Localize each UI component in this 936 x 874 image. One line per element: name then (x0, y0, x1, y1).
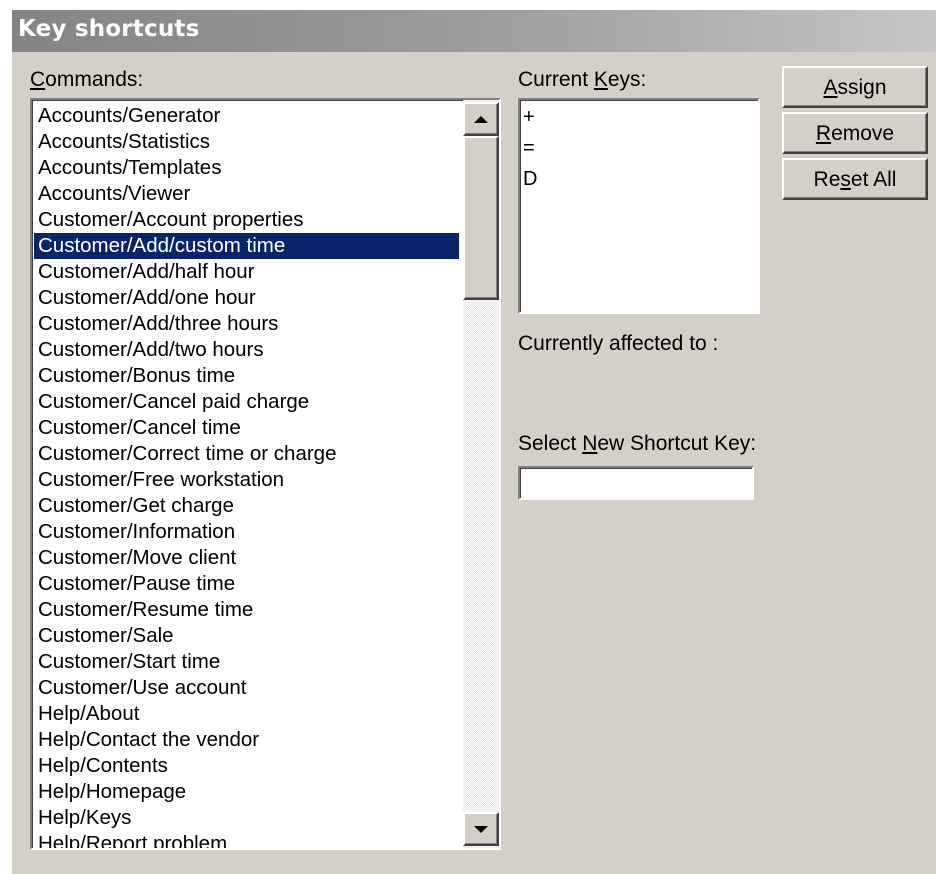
command-list-item[interactable]: Help/Keys (34, 805, 459, 831)
scroll-up-button[interactable] (463, 102, 499, 136)
commands-list: Accounts/Generator Accounts/Statistics Acc… (34, 103, 459, 848)
command-list-item[interactable]: Customer/Information (34, 519, 459, 545)
dialog-title: Key shortcuts (18, 16, 200, 42)
command-list-item[interactable]: Help/Contact the vendor (34, 727, 459, 753)
command-list-item[interactable]: Customer/Add/custom time (34, 233, 459, 259)
command-list-item[interactable]: Help/Homepage (34, 779, 459, 805)
command-list-item[interactable]: Customer/Move client (34, 545, 459, 571)
scroll-thumb[interactable] (463, 136, 499, 300)
command-list-item[interactable]: Customer/Correct time or charge (34, 441, 459, 467)
command-list-item[interactable]: Customer/Add/one hour (34, 285, 459, 311)
command-list-item[interactable]: Customer/Use account (34, 675, 459, 701)
key-shortcuts-dialog: Key shortcuts Commands: Accounts/Generat… (12, 10, 936, 874)
commands-listbox[interactable]: Accounts/Generator Accounts/Statistics Acc… (30, 98, 501, 850)
command-list-item[interactable]: Customer/Add/two hours (34, 337, 459, 363)
current-keys-label: Current Keys: (518, 68, 647, 91)
command-list-item[interactable]: Customer/Add/half hour (34, 259, 459, 285)
command-list-item[interactable]: Customer/Start time (34, 649, 459, 675)
command-list-item[interactable]: Customer/Pause time (34, 571, 459, 597)
reset-all-button[interactable]: Reset All (782, 158, 928, 200)
command-list-item[interactable]: Customer/Cancel paid charge (34, 389, 459, 415)
command-list-item[interactable]: Customer/Bonus time (34, 363, 459, 389)
current-key-item[interactable]: D (520, 164, 758, 195)
command-list-item[interactable]: Accounts/Templates (34, 155, 459, 181)
current-key-item[interactable]: + (520, 102, 758, 133)
command-list-item[interactable]: Customer/Add/three hours (34, 311, 459, 337)
commands-label: Commands: (30, 68, 144, 91)
command-list-item[interactable]: Help/Contents (34, 753, 459, 779)
currently-affected-label: Currently affected to : (518, 332, 719, 355)
command-list-item[interactable]: Customer/Account properties (34, 207, 459, 233)
commands-scrollbar[interactable] (463, 100, 499, 848)
command-list-item[interactable]: Help/Report problem (34, 831, 459, 848)
arrow-down-icon (474, 825, 488, 833)
command-list-item[interactable]: Customer/Sale (34, 623, 459, 649)
new-shortcut-key-input[interactable] (518, 466, 754, 500)
scroll-down-button[interactable] (463, 812, 499, 846)
command-list-item[interactable]: Customer/Free workstation (34, 467, 459, 493)
current-keys-list: + = D (520, 102, 758, 195)
command-list-item[interactable]: Accounts/Viewer (34, 181, 459, 207)
command-list-item[interactable]: Customer/Get charge (34, 493, 459, 519)
remove-button[interactable]: Remove (782, 112, 928, 154)
command-list-item[interactable]: Customer/Cancel time (34, 415, 459, 441)
command-list-item[interactable]: Customer/Resume time (34, 597, 459, 623)
command-list-item[interactable]: Help/About (34, 701, 459, 727)
select-new-shortcut-label: Select New Shortcut Key: (518, 432, 757, 455)
current-keys-listbox[interactable]: + = D (518, 98, 760, 314)
assign-button[interactable]: Assign (782, 66, 928, 108)
current-key-item[interactable]: = (520, 133, 758, 164)
command-list-item[interactable]: Accounts/Statistics (34, 129, 459, 155)
arrow-up-icon (474, 115, 488, 123)
title-bar[interactable]: Key shortcuts (12, 10, 936, 52)
command-list-item[interactable]: Accounts/Generator (34, 103, 459, 129)
